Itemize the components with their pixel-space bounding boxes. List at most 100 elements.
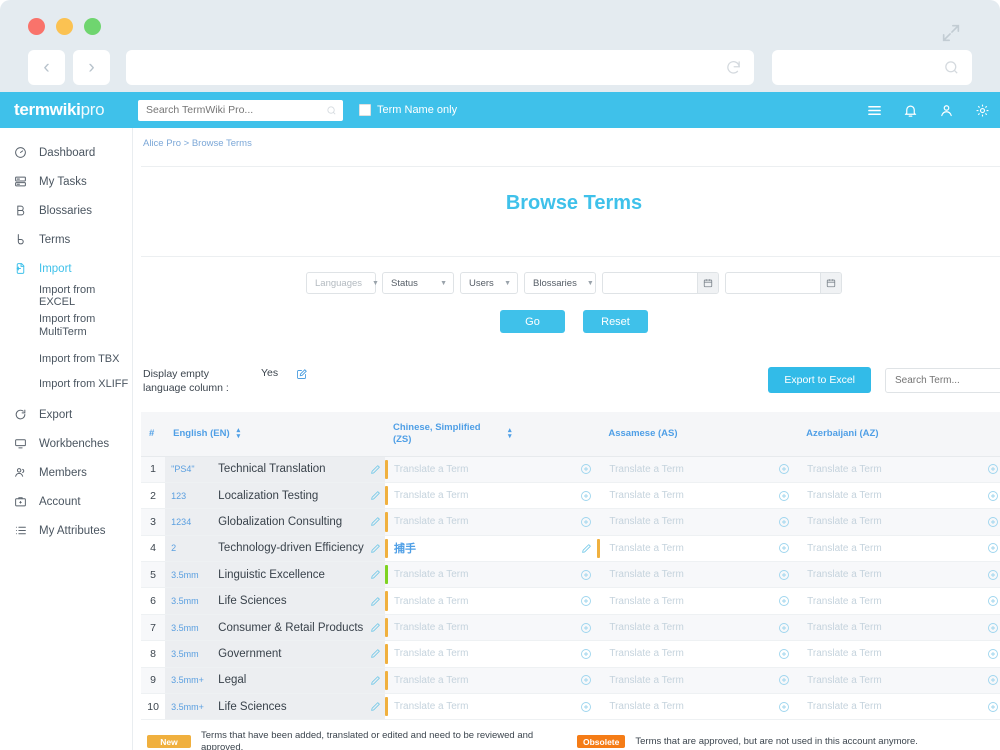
column-header-azerbaijani[interactable]: Azerbaijani (AZ): [798, 412, 1000, 457]
cell-chinese-simplified[interactable]: Translate a Term: [384, 614, 601, 642]
cell-azerbaijani[interactable]: Translate a Term: [798, 508, 1000, 536]
date-from-field[interactable]: [602, 272, 719, 294]
add-translation-icon[interactable]: [778, 490, 790, 502]
add-translation-icon[interactable]: [987, 648, 999, 660]
edit-pencil-icon[interactable]: [370, 490, 381, 501]
column-header-chinese-simplified[interactable]: Chinese, Simplified (ZS) ▴ ▾: [384, 412, 601, 457]
table-row[interactable]: 2 123 Localization Testing Translate a Term…: [141, 482, 1000, 510]
cell-assamese[interactable]: Translate a Term: [600, 456, 799, 483]
expand-icon[interactable]: [940, 22, 962, 44]
reload-icon[interactable]: [725, 59, 742, 76]
table-row[interactable]: 3 1234 Globalization Consulting Translate a…: [141, 508, 1000, 536]
cell-chinese-simplified[interactable]: Translate a Term: [384, 561, 601, 589]
add-translation-icon[interactable]: [580, 648, 592, 660]
export-to-excel-button[interactable]: Export to Excel: [768, 367, 871, 393]
edit-pencil-icon[interactable]: [370, 543, 381, 554]
sidebar-subitem-import-tbx[interactable]: Import from TBX: [0, 346, 132, 371]
global-search-input[interactable]: [146, 104, 326, 116]
cell-english[interactable]: 1234 Globalization Consulting: [165, 508, 385, 536]
cell-assamese[interactable]: Translate a Term: [600, 614, 799, 642]
sidebar-subitem-import-xliff[interactable]: Import from XLIFF: [0, 371, 132, 396]
sidebar-item-export[interactable]: Export: [0, 400, 132, 429]
add-translation-icon[interactable]: [580, 701, 592, 713]
table-row[interactable]: 4 2 Technology-driven Efficiency 捕手 Translat…: [141, 535, 1000, 563]
table-row[interactable]: 10 3.5mm+ Life Sciences Translate a Term Tra…: [141, 693, 1000, 721]
browser-search-field[interactable]: [772, 50, 972, 85]
reset-button[interactable]: Reset: [583, 310, 648, 333]
cell-english[interactable]: 3.5mm+ Legal: [165, 667, 385, 695]
cell-english[interactable]: 3.5mm Consumer & Retail Products: [165, 614, 385, 642]
cell-azerbaijani[interactable]: Translate a Term: [798, 482, 1000, 510]
term-search-input[interactable]: [895, 374, 1000, 386]
sidebar-subitem-import-multiterm[interactable]: Import from MultiTerm: [0, 308, 132, 346]
date-from-input[interactable]: [603, 273, 697, 293]
sort-icon[interactable]: ▴ ▾: [237, 427, 241, 440]
cell-assamese[interactable]: Translate a Term: [600, 693, 799, 721]
add-translation-icon[interactable]: [778, 674, 790, 686]
add-translation-icon[interactable]: [987, 516, 999, 528]
cell-assamese[interactable]: Translate a Term: [600, 667, 799, 695]
add-translation-icon[interactable]: [987, 463, 999, 475]
cell-english[interactable]: 3.5mm Linguistic Excellence: [165, 561, 385, 589]
back-button[interactable]: ‹: [28, 50, 65, 85]
add-translation-icon[interactable]: [580, 516, 592, 528]
sidebar-subitem-import-excel[interactable]: Import from EXCEL: [0, 283, 132, 308]
add-translation-icon[interactable]: [580, 569, 592, 581]
status-filter-select[interactable]: Status ▼: [382, 272, 454, 294]
cell-chinese-simplified[interactable]: Translate a Term: [384, 693, 601, 721]
edit-icon[interactable]: [296, 367, 308, 385]
address-bar[interactable]: [126, 50, 754, 85]
edit-pencil-icon[interactable]: [370, 596, 381, 607]
cell-azerbaijani[interactable]: Translate a Term: [798, 587, 1000, 615]
add-translation-icon[interactable]: [778, 648, 790, 660]
cell-azerbaijani[interactable]: Translate a Term: [798, 561, 1000, 589]
add-translation-icon[interactable]: [778, 701, 790, 713]
table-row[interactable]: 1 "PS4" Technical Translation Translate a T…: [141, 456, 1000, 483]
sidebar-item-dashboard[interactable]: Dashboard: [0, 138, 132, 167]
cell-assamese[interactable]: Translate a Term: [600, 535, 799, 563]
sidebar-item-import[interactable]: Import: [0, 254, 132, 283]
cell-assamese[interactable]: Translate a Term: [600, 587, 799, 615]
cell-chinese-simplified[interactable]: Translate a Term: [384, 640, 601, 668]
cell-english[interactable]: 3.5mm Life Sciences: [165, 587, 385, 615]
term-search-field[interactable]: [885, 367, 1000, 393]
user-icon[interactable]: [939, 103, 954, 118]
cell-azerbaijani[interactable]: Translate a Term: [798, 535, 1000, 563]
edit-pencil-icon[interactable]: [370, 569, 381, 580]
edit-pencil-icon[interactable]: [370, 675, 381, 686]
cell-english[interactable]: 123 Localization Testing: [165, 482, 385, 510]
sidebar-item-terms[interactable]: Terms: [0, 225, 132, 254]
edit-pencil-icon[interactable]: [370, 648, 381, 659]
cell-assamese[interactable]: Translate a Term: [600, 482, 799, 510]
cell-english[interactable]: 3.5mm Government: [165, 640, 385, 668]
term-name-only-checkbox[interactable]: Term Name only: [359, 104, 457, 116]
date-to-field[interactable]: [725, 272, 842, 294]
add-translation-icon[interactable]: [987, 622, 999, 634]
column-header-english[interactable]: English (EN) ▴ ▾: [165, 412, 385, 457]
cell-english[interactable]: 3.5mm+ Life Sciences: [165, 693, 385, 721]
add-translation-icon[interactable]: [778, 622, 790, 634]
sidebar-item-my-tasks[interactable]: My Tasks: [0, 167, 132, 196]
cell-chinese-simplified[interactable]: Translate a Term: [384, 482, 601, 510]
cell-chinese-simplified[interactable]: Translate a Term: [384, 587, 601, 615]
go-button[interactable]: Go: [500, 310, 565, 333]
table-row[interactable]: 8 3.5mm Government Translate a Term Translat…: [141, 640, 1000, 668]
cell-assamese[interactable]: Translate a Term: [600, 561, 799, 589]
languages-filter-select[interactable]: Languages ▼: [306, 272, 379, 294]
cell-assamese[interactable]: Translate a Term: [600, 640, 799, 668]
edit-pencil-icon[interactable]: [581, 543, 592, 554]
calendar-icon[interactable]: [697, 273, 718, 293]
sidebar-item-workbenches[interactable]: Workbenches: [0, 429, 132, 458]
add-translation-icon[interactable]: [987, 595, 999, 607]
add-translation-icon[interactable]: [778, 542, 790, 554]
cell-chinese-simplified[interactable]: 捕手: [384, 535, 601, 563]
cell-azerbaijani[interactable]: Translate a Term: [798, 456, 1000, 483]
table-row[interactable]: 9 3.5mm+ Legal Translate a Term Translate a …: [141, 667, 1000, 695]
add-translation-icon[interactable]: [778, 516, 790, 528]
breadcrumb[interactable]: Alice Pro > Browse Terms: [141, 128, 1000, 149]
add-translation-icon[interactable]: [987, 674, 999, 686]
add-translation-icon[interactable]: [778, 569, 790, 581]
column-header-assamese[interactable]: Assamese (AS): [600, 412, 799, 457]
blossaries-filter-select[interactable]: Blossaries ▼: [524, 272, 596, 294]
add-translation-icon[interactable]: [580, 595, 592, 607]
